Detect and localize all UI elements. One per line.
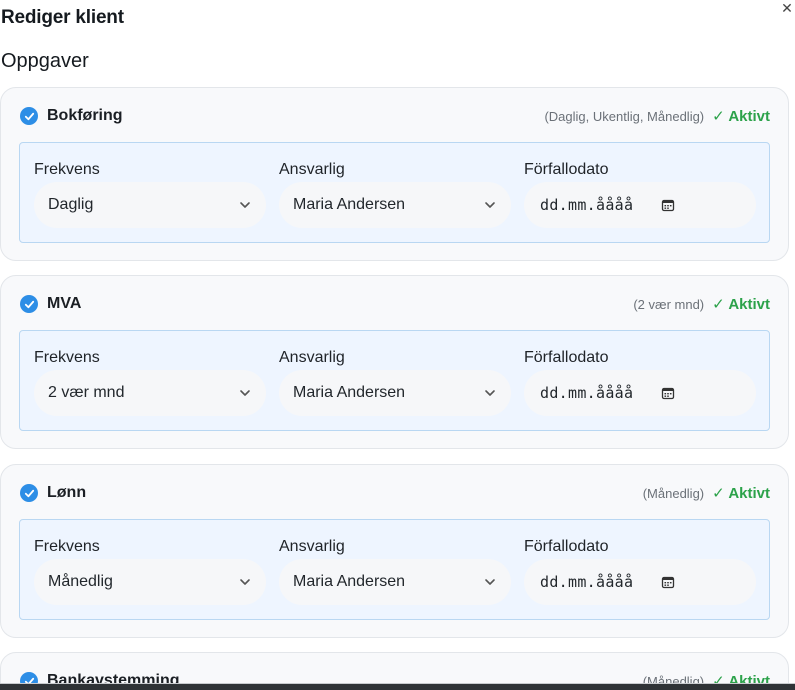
chevron-down-icon — [238, 386, 252, 400]
section-title: Oppgaver — [1, 50, 89, 72]
modal-title: Rediger klient — [1, 7, 124, 28]
task-status-badge: ✓ Aktivt — [712, 108, 770, 125]
due-date-label: Förfallodato — [524, 161, 609, 178]
task-card-bokforing: Bokføring (Daglig, Ukentlig, Månedlig) ✓… — [0, 87, 789, 261]
responsible-value: Maria Andersen — [293, 573, 406, 590]
due-date-placeholder: dd.mm.åååå — [540, 196, 634, 214]
task-frequency-summary: (Månedlig) — [642, 485, 705, 501]
due-date-input[interactable]: dd.mm.åååå — [524, 370, 756, 416]
frequency-label: Frekvens — [34, 349, 100, 366]
check-circle-icon[interactable] — [20, 107, 38, 125]
task-name: Lønn — [47, 484, 87, 501]
frequency-value: 2 vær mnd — [48, 384, 125, 401]
task-frequency-summary: (Daglig, Ukentlig, Månedlig) — [544, 108, 705, 124]
responsible-value: Maria Andersen — [293, 196, 406, 213]
frequency-value: Daglig — [48, 196, 94, 213]
task-settings-panel: Frekvens Månedlig Ansvarlig Maria Anders… — [19, 519, 770, 620]
due-date-placeholder: dd.mm.åååå — [540, 384, 634, 402]
task-card-lonn: Lønn (Månedlig) ✓ Aktivt Frekvens Månedl… — [0, 464, 789, 638]
calendar-icon[interactable] — [661, 575, 675, 589]
task-frequency-summary: (2 vær mnd) — [633, 296, 705, 312]
due-date-input[interactable]: dd.mm.åååå — [524, 559, 756, 605]
due-date-placeholder: dd.mm.åååå — [540, 573, 634, 591]
task-name: MVA — [47, 295, 82, 312]
responsible-select[interactable]: Maria Andersen — [279, 182, 511, 228]
check-circle-icon[interactable] — [20, 295, 38, 313]
calendar-icon[interactable] — [661, 198, 675, 212]
due-date-label: Förfallodato — [524, 538, 609, 555]
frequency-label: Frekvens — [34, 538, 100, 555]
task-name: Bokføring — [47, 107, 123, 124]
taskbar — [0, 684, 795, 690]
responsible-select[interactable]: Maria Andersen — [279, 370, 511, 416]
responsible-select[interactable]: Maria Andersen — [279, 559, 511, 605]
task-card-mva: MVA (2 vær mnd) ✓ Aktivt Frekvens 2 vær … — [0, 275, 789, 449]
frequency-select[interactable]: Daglig — [34, 182, 266, 228]
check-circle-icon[interactable] — [20, 484, 38, 502]
responsible-value: Maria Andersen — [293, 384, 406, 401]
frequency-select[interactable]: 2 vær mnd — [34, 370, 266, 416]
chevron-down-icon — [238, 198, 252, 212]
close-icon: ✕ — [781, 0, 793, 16]
chevron-down-icon — [483, 386, 497, 400]
due-date-label: Förfallodato — [524, 349, 609, 366]
close-button[interactable]: ✕ — [780, 1, 794, 15]
chevron-down-icon — [483, 575, 497, 589]
chevron-down-icon — [238, 575, 252, 589]
responsible-label: Ansvarlig — [279, 349, 345, 366]
chevron-down-icon — [483, 198, 497, 212]
frequency-value: Månedlig — [48, 573, 113, 590]
frequency-label: Frekvens — [34, 161, 100, 178]
task-settings-panel: Frekvens 2 vær mnd Ansvarlig Maria Ander… — [19, 330, 770, 431]
task-settings-panel: Frekvens Daglig Ansvarlig Maria Andersen… — [19, 142, 770, 243]
responsible-label: Ansvarlig — [279, 538, 345, 555]
task-status-badge: ✓ Aktivt — [712, 485, 770, 502]
task-status-badge: ✓ Aktivt — [712, 296, 770, 313]
task-header: Lønn (Månedlig) ✓ Aktivt — [20, 482, 770, 504]
due-date-input[interactable]: dd.mm.åååå — [524, 182, 756, 228]
frequency-select[interactable]: Månedlig — [34, 559, 266, 605]
task-header: MVA (2 vær mnd) ✓ Aktivt — [20, 293, 770, 315]
task-header: Bokføring (Daglig, Ukentlig, Månedlig) ✓… — [20, 105, 770, 127]
responsible-label: Ansvarlig — [279, 161, 345, 178]
calendar-icon[interactable] — [661, 386, 675, 400]
